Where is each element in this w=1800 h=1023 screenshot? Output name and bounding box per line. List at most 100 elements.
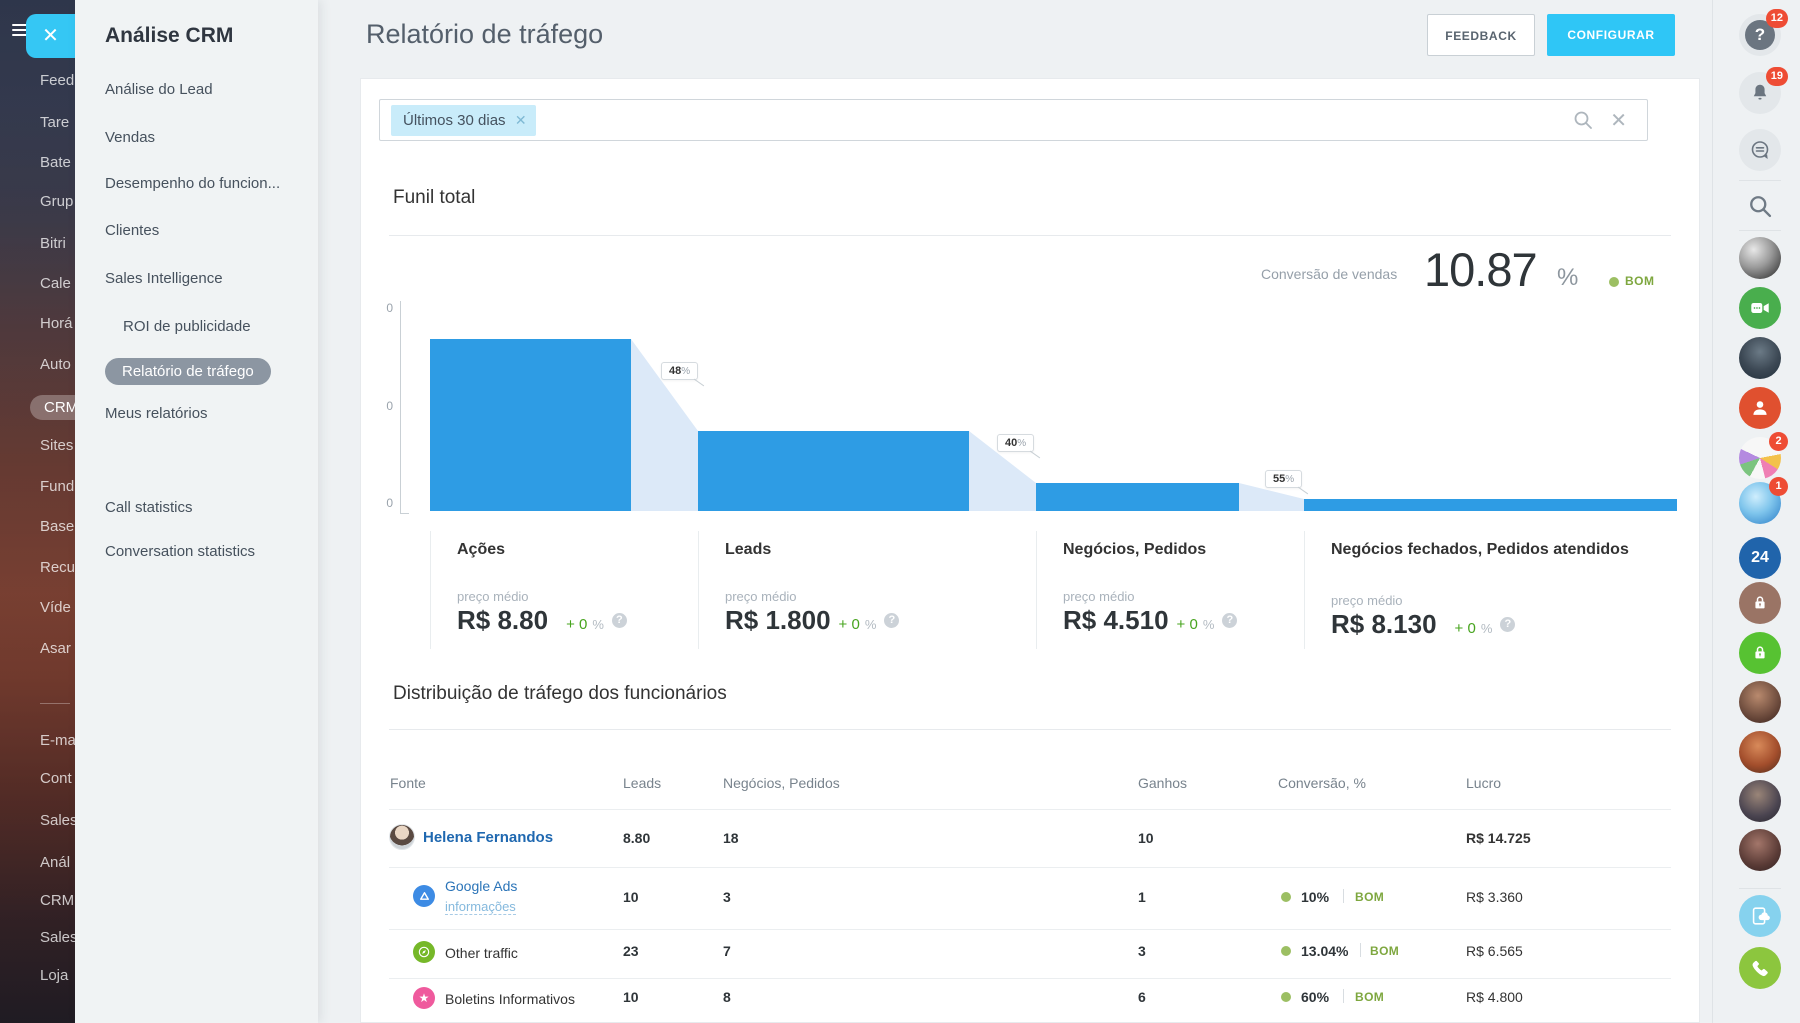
sidebar-item-asar[interactable]: Asar [40,640,71,657]
newsletter-icon: ★ [413,987,435,1009]
col-header-ganhos: Ganhos [1138,775,1188,791]
status-dot [1281,892,1291,902]
help-icon[interactable]: ? [1500,617,1516,632]
close-menu-button[interactable]: ✕ [26,14,75,58]
lock-private-icon[interactable] [1739,582,1781,624]
bitrix24-logo[interactable]: 24 [1739,537,1781,579]
flyout-item-roi-de-publicidade[interactable]: ROI de publicidade [123,318,251,335]
employee-link[interactable]: Helena Fernandos [423,829,553,846]
notifications-bell-icon[interactable]: 19 [1739,67,1788,114]
divider [389,867,1671,868]
flyout-item-desempenho-do-funcion-[interactable]: Desempenho do funcion... [105,175,280,192]
filter-chip[interactable]: Últimos 30 dias ✕ [391,105,536,136]
cell-profit: R$ 3.360 [1466,889,1523,905]
avatar-man[interactable] [1739,337,1781,379]
avg-price-label: preço médio [1063,589,1135,604]
contact-icon[interactable] [1739,387,1781,429]
sidebar-item-tare[interactable]: Tare [40,114,69,131]
avatar-woman-2[interactable] [1739,731,1781,773]
funnel-bar-acoes [430,339,631,511]
feedback-button[interactable]: FEEDBACK [1427,14,1535,56]
sidebar-item-crm[interactable]: CRM [30,395,75,420]
status-dot [1281,946,1291,956]
flyout-item-clientes[interactable]: Clientes [105,222,159,239]
avatar-group[interactable]: 2 [1739,432,1788,479]
sidebar-item-sales[interactable]: Sales [40,929,75,946]
avatar-woman-1[interactable] [1739,681,1781,723]
messenger-icon[interactable] [1739,129,1781,171]
transition-percent-badge: 55% [1265,470,1303,488]
flyout-item-sales-intelligence[interactable]: Sales Intelligence [105,270,223,287]
sidebar-item-bitri[interactable]: Bitri [40,235,66,252]
search-icon[interactable] [1571,108,1595,137]
cell-leads: 23 [623,943,639,959]
avatar-woman-4[interactable] [1739,829,1781,871]
filter-chip-close-icon[interactable]: ✕ [515,105,527,136]
sidebar-item-anál[interactable]: Anál [40,854,70,871]
help-icon[interactable]: ? [884,613,900,628]
avg-price-label: preço médio [725,589,797,604]
right-toolbar: ? 12 19 2 1 24 [1712,0,1800,1023]
sidebar-item-sites[interactable]: Sites [40,437,73,454]
sidebar-item-grup[interactable]: Grup [40,193,73,210]
avatar-woman-3[interactable] [1739,780,1781,822]
telephony-icon[interactable] [1739,947,1781,989]
sidebar-item-base[interactable]: Base [40,518,74,535]
avatar-globe[interactable]: 1 [1739,477,1788,524]
y-axis-tick: 0 [386,496,393,510]
help-icon[interactable]: ? [1222,613,1238,628]
sidebar-item-crm[interactable]: CRM [40,892,74,909]
sidebar-item-feed[interactable]: Feed [40,72,74,89]
help-icon[interactable]: ? 12 [1739,9,1788,56]
sidebar-item-auto[interactable]: Auto [40,356,71,373]
status-dot [1281,992,1291,1002]
stage-stats-leads: Leads preço médio R$ 1.800 + 0 % ? [698,531,1026,649]
sidebar-item-bate[interactable]: Bate [40,154,71,171]
conversion-unit: % [1557,264,1579,291]
info-link[interactable]: informações [445,899,516,915]
cell-conversion: 60% [1301,989,1330,1005]
flyout-item-call-statistics[interactable]: Call statistics [105,499,193,516]
mobile-app-icon[interactable] [1739,895,1781,937]
sidebar-item-cale[interactable]: Cale [40,275,71,292]
source-link[interactable]: Google Ads [445,878,517,894]
sidebar-item-loja[interactable]: Loja [40,967,68,984]
sidebar-item-sales[interactable]: Sales [40,812,75,829]
status-badge: BOM [1355,890,1385,904]
configure-button[interactable]: CONFIGURAR [1547,14,1675,56]
flyout-item-conversation-statistics[interactable]: Conversation statistics [105,543,255,560]
flyout-item-an-lise-do-lead[interactable]: Análise do Lead [105,81,213,98]
sidebar-item-fund[interactable]: Fund [40,478,74,495]
flyout-item-vendas[interactable]: Vendas [105,129,155,146]
avatar-bw[interactable] [1739,237,1781,279]
sidebar-item-víde[interactable]: Víde [40,599,71,616]
price-delta: + 0 [1454,620,1476,637]
sidebar-item-horá[interactable]: Horá [40,315,73,332]
funnel-bar-fechados [1304,499,1677,511]
flyout-item-relat-rio-de-tr-fego[interactable]: Relatório de tráfego [105,358,271,385]
filter-search-bar[interactable]: Últimos 30 dias ✕ ✕ [379,99,1648,141]
lock-open-icon[interactable] [1739,632,1781,674]
avg-price-label: preço médio [1331,593,1403,608]
cell-won: 6 [1138,989,1146,1005]
stage-stats-negocios: Negócios, Pedidos preço médio R$ 4.510 +… [1036,531,1294,649]
avg-price-value: R$ 8.130 [1331,609,1437,639]
toolbar-divider [1739,230,1781,231]
cell-conversion: 13.04% [1301,943,1349,959]
sidebar-item-recu[interactable]: Recu [40,559,75,576]
search-icon[interactable] [1739,185,1781,227]
y-axis-tick: 0 [386,301,393,315]
avg-price-value: R$ 4.510 [1063,605,1169,635]
flyout-item-meus-relat-rios[interactable]: Meus relatórios [105,405,208,422]
sidebar-item-cont[interactable]: Cont [40,770,72,787]
avatar[interactable] [389,824,415,850]
price-delta: + 0 [1176,616,1198,633]
sidebar-item-e-ma[interactable]: E-ma [40,732,75,749]
video-call-icon[interactable] [1739,287,1781,329]
divider [1343,889,1344,903]
conversion-label: Conversão de vendas [1261,266,1398,282]
avg-price-value: R$ 1.800 [725,605,831,635]
help-icon[interactable]: ? [611,613,627,628]
transition-percent-badge: 40% [997,434,1035,452]
filter-clear-icon[interactable]: ✕ [1610,108,1627,133]
